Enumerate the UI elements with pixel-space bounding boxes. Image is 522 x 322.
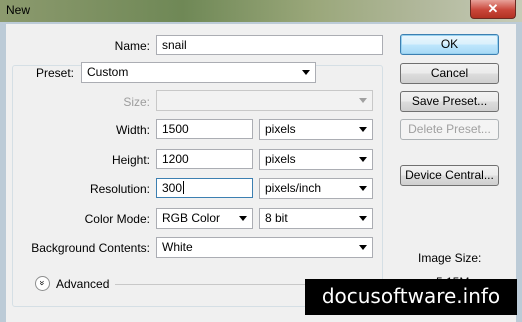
window-title: New [6, 3, 31, 17]
advanced-expand-button[interactable]: » [35, 276, 50, 291]
preset-select[interactable]: Custom [81, 62, 316, 83]
background-contents-value: White [162, 240, 193, 254]
watermark: docusoftware.info [305, 279, 517, 315]
color-mode-select[interactable]: RGB Color [156, 208, 253, 229]
chevron-down-icon [359, 157, 367, 162]
width-field[interactable]: 1500 [156, 119, 253, 139]
text-caret [183, 181, 185, 194]
chevron-down-icon [359, 186, 367, 191]
name-label: Name: [114, 39, 150, 53]
height-unit-value: pixels [265, 152, 296, 166]
close-icon: ✕ [487, 1, 499, 16]
chevron-down-icon [239, 216, 247, 221]
background-contents-label: Background Contents: [31, 241, 150, 255]
width-unit-value: pixels [265, 122, 296, 136]
title-bar[interactable]: New ✕ [0, 0, 522, 22]
advanced-label: Advanced [56, 277, 110, 291]
chevron-down-icon [359, 216, 367, 221]
name-field[interactable]: snail [156, 35, 383, 55]
chevron-down-icon [359, 98, 367, 103]
resolution-label: Resolution: [89, 182, 150, 196]
color-mode-label: Color Mode: [84, 212, 150, 226]
chevron-down-icon [359, 245, 367, 250]
size-label: Size: [123, 95, 150, 109]
resolution-unit-value: pixels/inch [265, 181, 322, 195]
save-preset-button[interactable]: Save Preset... [400, 91, 499, 112]
size-select[interactable] [156, 90, 373, 111]
watermark-text: docusoftware.info [321, 284, 501, 308]
height-label: Height: [111, 153, 150, 167]
background-contents-select[interactable]: White [156, 237, 373, 258]
ok-button[interactable]: OK [400, 34, 499, 55]
cancel-button[interactable]: Cancel [400, 63, 499, 84]
bit-depth-select[interactable]: 8 bit [259, 208, 373, 229]
color-mode-value: RGB Color [162, 211, 221, 225]
height-unit-select[interactable]: pixels [259, 149, 373, 170]
resolution-value: 300 [162, 181, 183, 195]
width-label: Width: [115, 123, 150, 137]
delete-preset-button[interactable]: Delete Preset... [400, 119, 499, 140]
width-unit-select[interactable]: pixels [259, 119, 373, 140]
dialog-body: Name: snail Preset: Custom Size: Width: … [6, 24, 516, 322]
chevron-down-icon [302, 70, 310, 75]
resolution-unit-select[interactable]: pixels/inch [259, 178, 373, 199]
close-button[interactable]: ✕ [470, 0, 516, 19]
chevron-double-down-icon: » [37, 280, 48, 286]
chevron-down-icon [359, 127, 367, 132]
height-field[interactable]: 1200 [156, 149, 253, 169]
preset-label: Preset: [32, 66, 79, 80]
device-central-button[interactable]: Device Central... [400, 165, 499, 186]
image-size-label: Image Size: [418, 251, 482, 265]
resolution-field[interactable]: 300 [156, 178, 253, 198]
bit-depth-value: 8 bit [265, 211, 288, 225]
preset-value: Custom [87, 65, 129, 79]
